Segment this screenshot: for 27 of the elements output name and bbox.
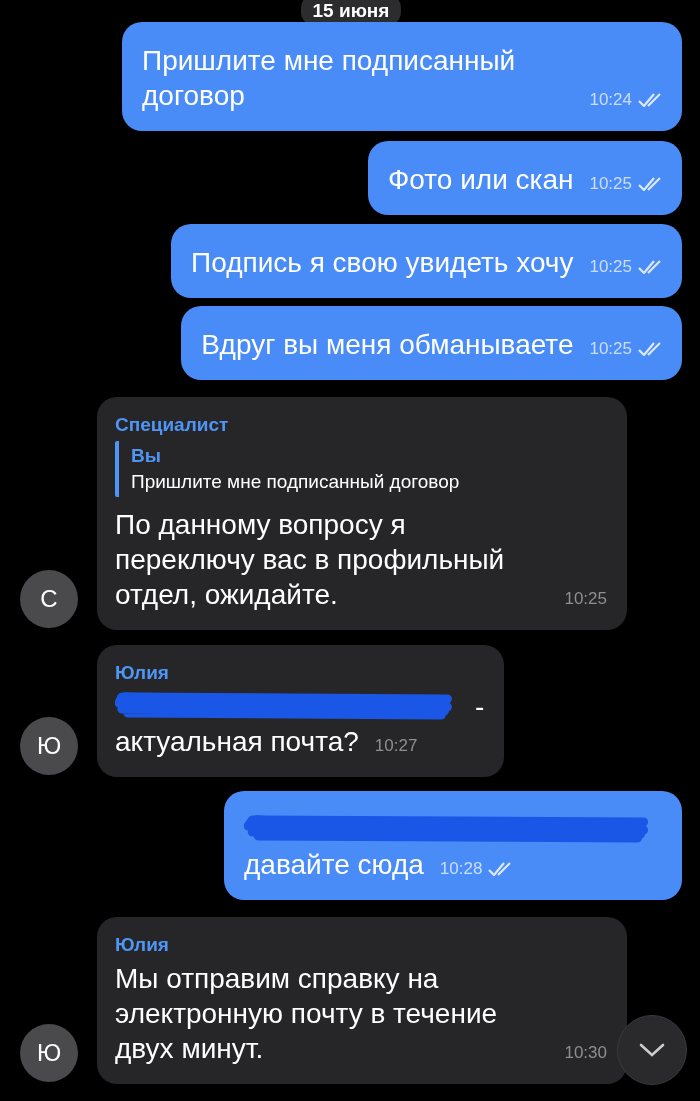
avatar[interactable]: Ю bbox=[20, 1024, 78, 1082]
message-time: 10:25 bbox=[589, 338, 632, 360]
message-text: Пришлите мне подписанный договор bbox=[142, 44, 517, 113]
message-text: Мы отправим справку на электронную почту в течение двух минут. bbox=[115, 962, 499, 1066]
message-time: 10:27 bbox=[374, 735, 418, 757]
message-time: 10:28 bbox=[439, 858, 483, 880]
message-text: Подпись я свою увидеть хочу bbox=[191, 246, 574, 280]
sender-name: Юлия bbox=[115, 661, 170, 685]
message-time: 10:25 bbox=[564, 588, 607, 610]
quote-sender: Вы bbox=[131, 444, 162, 468]
message-text: давайте сюда bbox=[244, 848, 424, 882]
quote-text: Пришлите мне подписанный договор bbox=[131, 470, 461, 494]
message-time: 10:25 bbox=[589, 256, 632, 278]
message-time: 10:24 bbox=[589, 89, 632, 111]
avatar[interactable]: С bbox=[20, 570, 78, 628]
message-time: 10:30 bbox=[564, 1042, 607, 1064]
message-time: 10:25 bbox=[589, 173, 632, 195]
sender-name: Специалист bbox=[115, 413, 230, 437]
reply-quote[interactable]: Вы Пришлите мне подписанный договор bbox=[115, 441, 607, 497]
sender-name: Юлия bbox=[115, 933, 170, 957]
message-text: Фото или скан bbox=[388, 163, 574, 197]
message-text: По данному вопросу я переключу вас в профильный отдел, ожидайте. bbox=[115, 508, 506, 612]
chevron-down-icon bbox=[639, 1043, 665, 1057]
message-text: актуальная почта? bbox=[115, 725, 359, 759]
avatar[interactable]: Ю bbox=[20, 717, 78, 775]
message-text: Вдруг вы меня обманываете bbox=[201, 328, 574, 362]
message-text: - bbox=[475, 690, 485, 724]
